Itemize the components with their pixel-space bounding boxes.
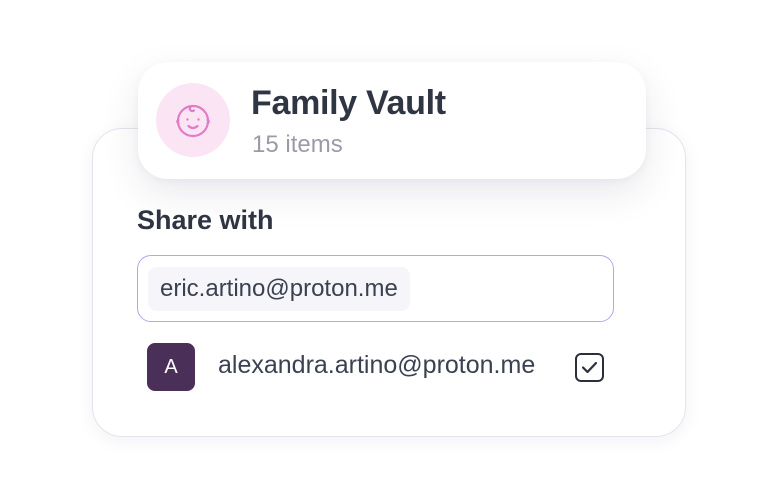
member-select-checkbox[interactable] [575,353,604,382]
vault-icon-badge [156,83,230,157]
checkmark-icon [581,361,598,374]
email-chip[interactable]: eric.artino@proton.me [148,267,410,311]
vault-card: Family Vault 15 items [138,62,646,179]
vault-item-count: 15 items [252,131,343,158]
member-email: alexandra.artino@proton.me [218,351,536,379]
baby-face-icon [176,104,210,138]
avatar: A [147,343,195,391]
member-row[interactable]: A alexandra.artino@proton.me [147,343,613,391]
share-with-label: Share with [137,205,274,235]
share-vault-illustration: Family Vault 15 items Share with eric.ar… [0,0,778,500]
vault-title: Family Vault [251,84,446,122]
share-email-input[interactable]: eric.artino@proton.me [137,255,614,322]
